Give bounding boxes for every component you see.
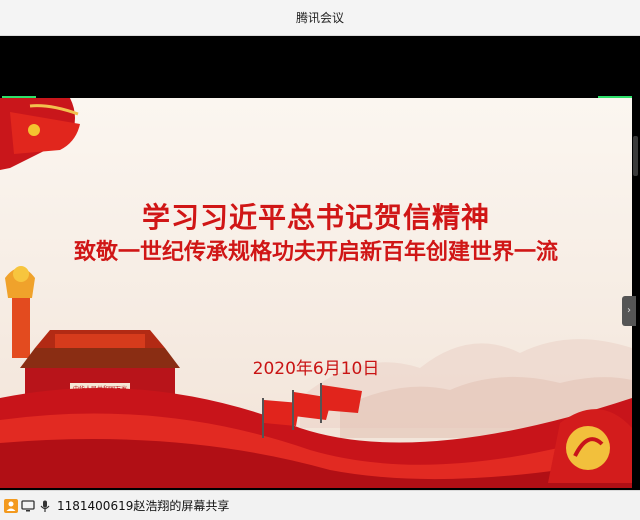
- presentation-slide: 中华人民共和国万岁 学习习近平总书记贺信精神 致敬一世纪传承规格功夫开启新百年创…: [0, 98, 632, 488]
- slide-date: 2020年6月10日: [252, 359, 380, 379]
- screen-share-icon: [21, 499, 35, 511]
- avatar-icon: [4, 498, 18, 513]
- screen-share-label: 1181400619赵浩翔的屏幕共享: [57, 499, 230, 513]
- party-emblem-icon: [566, 426, 610, 470]
- slide-artwork: 中华人民共和国万岁: [0, 98, 632, 488]
- title-bar: 腾讯会议: [0, 0, 640, 36]
- slide-subtitle: 致敬一世纪传承规格功夫开启新百年创建世界一流: [73, 240, 558, 265]
- side-panel-toggle[interactable]: ›: [622, 296, 636, 326]
- meeting-window: 腾讯会议 学习习近平总书记贺信精神 致敬一世纪传承规格功夫开启新百年创建世界一流…: [0, 0, 640, 520]
- slide-title: 学习习近平总书记贺信精神: [141, 201, 490, 234]
- app-title: 腾讯会议: [295, 11, 344, 25]
- shared-screen-area: 中华人民共和国万岁 学习习近平总书记贺信精神 致敬一世纪传承规格功夫开启新百年创…: [0, 36, 640, 490]
- hammer-sickle-icon: [28, 124, 40, 136]
- status-bar: 1181400619赵浩翔的屏幕共享: [0, 490, 640, 520]
- scrollbar-thumb[interactable]: [633, 136, 638, 176]
- microphone-icon: [40, 500, 50, 512]
